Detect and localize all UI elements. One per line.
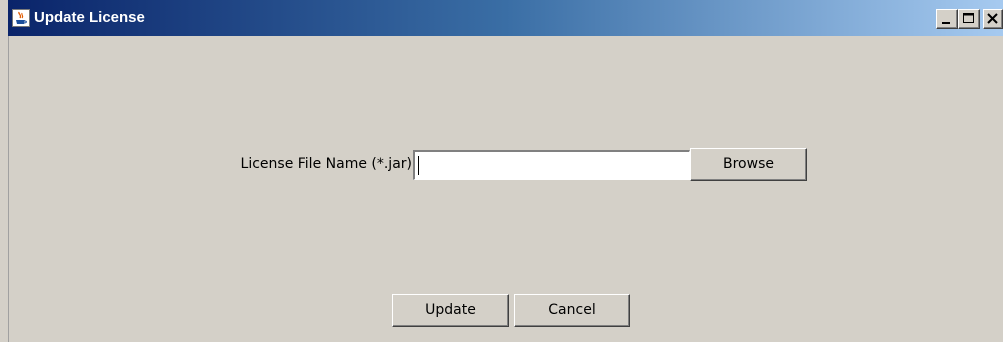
minimize-icon <box>942 22 950 24</box>
java-cup-icon[interactable] <box>12 9 30 27</box>
update-license-window: Update License License File Name (*.jar)… <box>0 0 1003 342</box>
maximize-icon <box>963 13 974 23</box>
window-title: Update License <box>34 9 145 26</box>
browse-button[interactable]: Browse <box>690 148 807 181</box>
cancel-button[interactable]: Cancel <box>514 294 630 327</box>
close-button[interactable] <box>983 9 1003 29</box>
maximize-button[interactable] <box>958 9 980 29</box>
minimize-button[interactable] <box>936 9 958 29</box>
title-bar[interactable]: Update License <box>8 0 1003 36</box>
license-file-input[interactable] <box>413 150 690 180</box>
close-icon <box>987 13 998 24</box>
update-button[interactable]: Update <box>392 294 509 327</box>
window-left-border <box>8 36 9 342</box>
license-file-label: License File Name (*.jar) <box>240 156 412 172</box>
text-caret <box>418 156 419 175</box>
